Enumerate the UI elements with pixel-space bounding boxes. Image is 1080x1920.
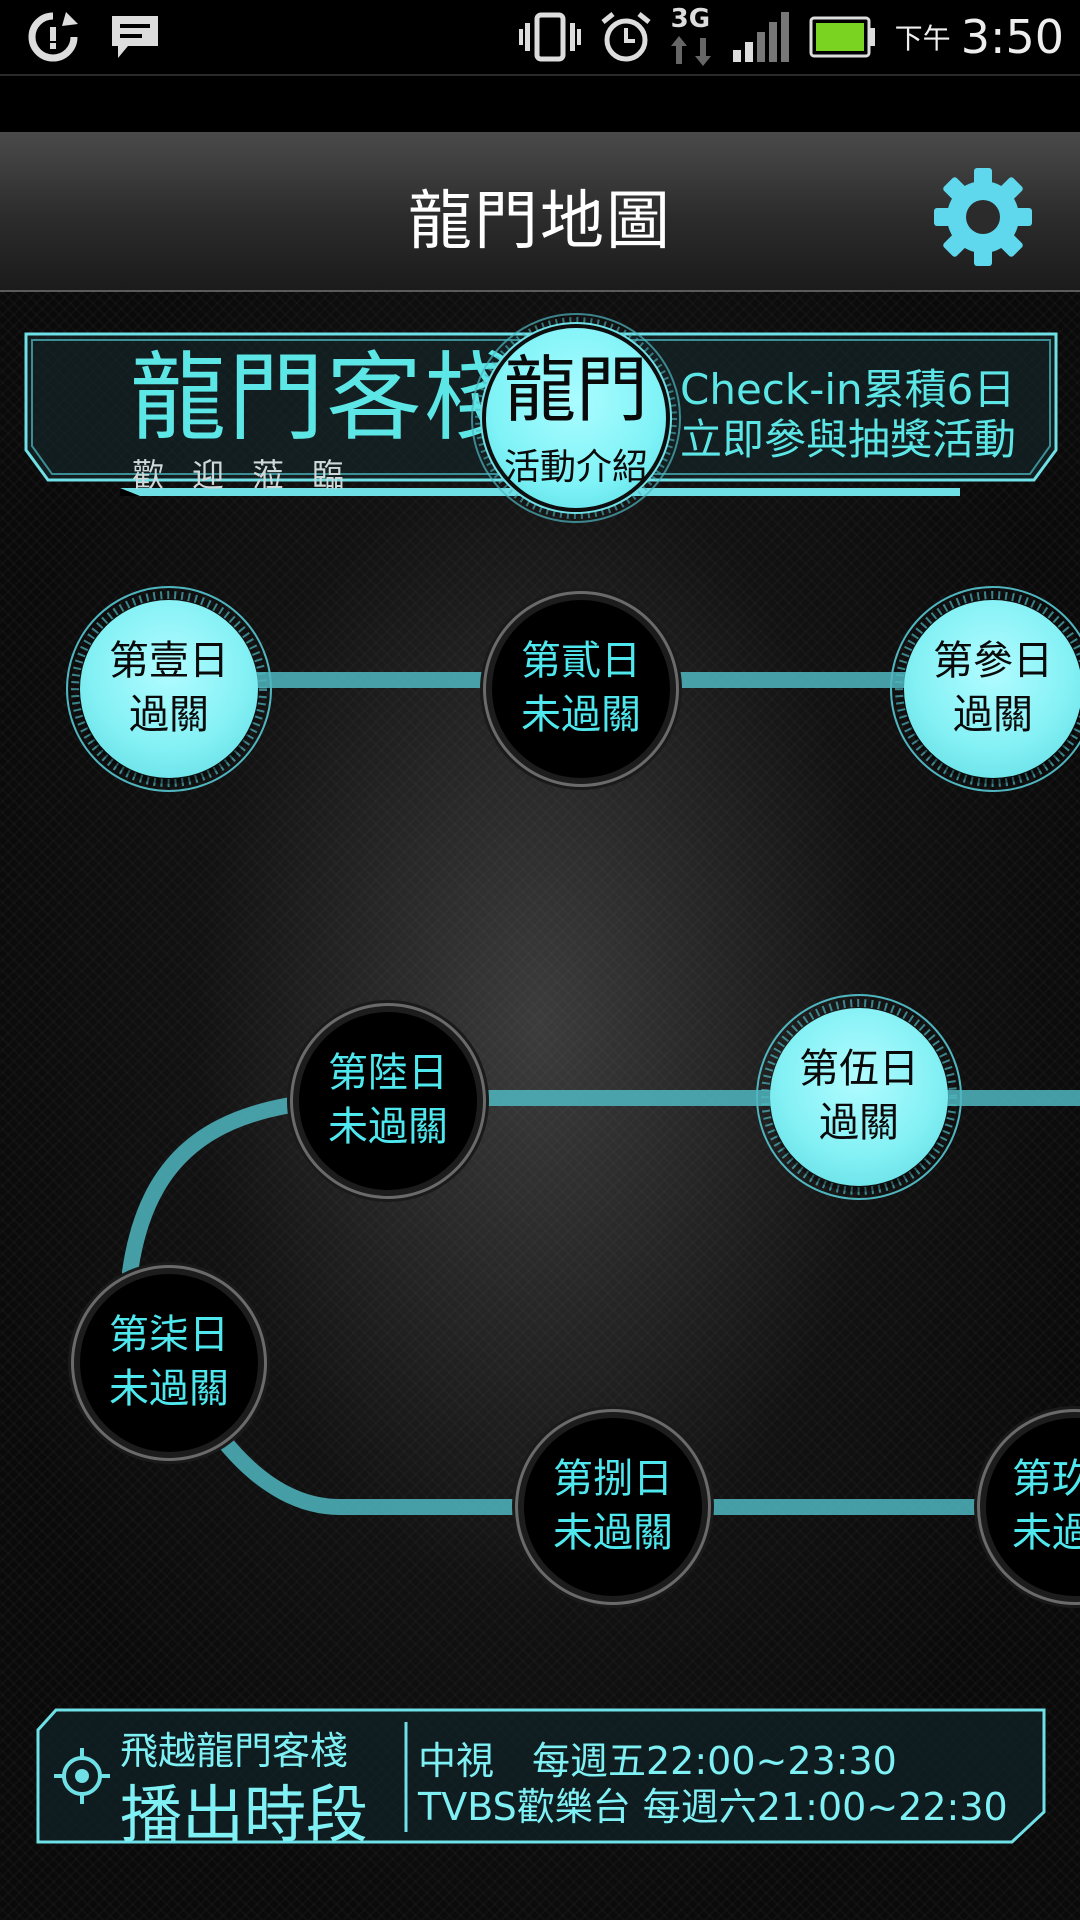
lottery-info: 立即參與抽獎活動 (680, 415, 1017, 464)
inn-logo-subtitle: 歡迎蒞臨 (132, 456, 373, 494)
sync-icon (28, 12, 78, 62)
app-header: 龍門地圖 (0, 132, 1080, 292)
page-title: 龍門地圖 (408, 185, 672, 259)
day-5-node[interactable]: 第伍日 過關 (754, 992, 964, 1202)
dragon-gate-map: 龍門客棧 歡迎蒞臨 Check-in累積6日 立即參與抽獎活動 龍門 活動介紹 … (0, 292, 1080, 1920)
day-2-node[interactable]: 第貳日 未過關 (476, 584, 686, 794)
node-label: 第貳日 未過關 (521, 638, 641, 738)
crosshair-icon (54, 1748, 110, 1804)
settings-button[interactable] (928, 162, 1038, 272)
day-6-node[interactable]: 第陸日 未過關 (283, 996, 493, 1206)
network-3g-icon: 3G (670, 4, 715, 68)
signal-icon (732, 12, 789, 62)
alarm-icon (601, 12, 651, 62)
day-7-node[interactable]: 第柒日 未過關 (64, 1258, 274, 1468)
status-bar: 3G 下午 3:50 (0, 0, 1080, 76)
day-9-node[interactable]: 第玖日未過關 (970, 1402, 1080, 1612)
node-label: 第伍日 過關 (799, 1046, 919, 1146)
broadcast-schedule-panel: 飛越龍門客棧 播出時段 中視 每週五22:00~23:30 TVBS歡樂台 每週… (36, 1708, 1046, 1851)
node-label: 第玖日未過關 (1012, 1456, 1080, 1556)
schedule-tvbs: TVBS歡樂台 每週六21:00~22:30 (418, 1785, 1008, 1829)
vibrate-icon (518, 12, 581, 62)
event-intro-button[interactable]: 龍門 活動介紹 (468, 310, 684, 526)
day-1-node[interactable]: 第壹日 過關 (64, 584, 274, 794)
event-banner[interactable]: 龍門客棧 歡迎蒞臨 Check-in累積6日 立即參與抽獎活動 龍門 活動介紹 (24, 313, 1058, 523)
badge-subtitle: 活動介紹 (503, 447, 648, 488)
node-label: 第參日 過關 (933, 638, 1053, 738)
inn-logo: 龍門客棧 (130, 342, 522, 454)
battery-icon (809, 16, 875, 58)
clock: 3:50 (960, 10, 1064, 64)
message-icon (112, 16, 158, 58)
day-8-node[interactable]: 第捌日 未過關 (508, 1402, 718, 1612)
node-label: 第陸日 未過關 (328, 1050, 448, 1150)
node-label: 第柒日 未過關 (109, 1312, 229, 1412)
badge-title: 龍門 (503, 348, 648, 432)
airtime-heading: 播出時段 (120, 1778, 369, 1851)
time-ampm: 下午 (894, 22, 951, 55)
gear-icon (934, 168, 1032, 266)
node-label: 第壹日 過關 (109, 638, 229, 738)
node-label: 第捌日 未過關 (553, 1456, 673, 1556)
day-3-node[interactable]: 第參日 過關 (888, 584, 1080, 794)
